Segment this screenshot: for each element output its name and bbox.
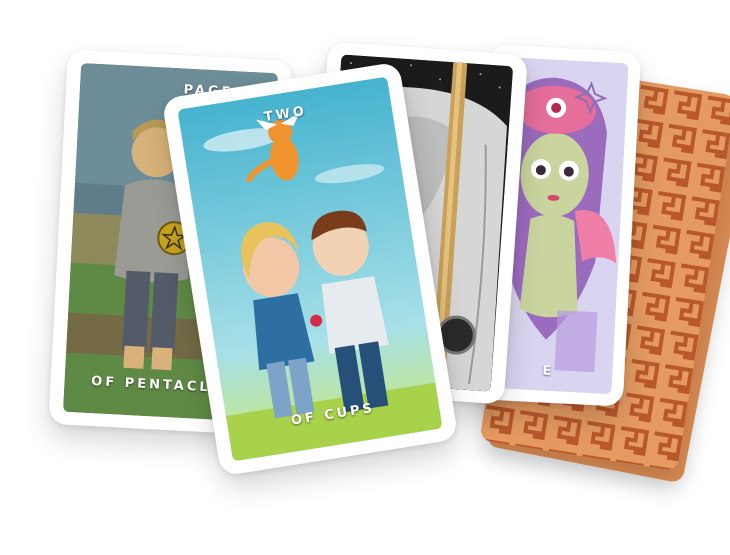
card-cups-art: TWO OF CUPS [177,76,443,462]
tarot-cards-scene: E M [0,0,730,555]
